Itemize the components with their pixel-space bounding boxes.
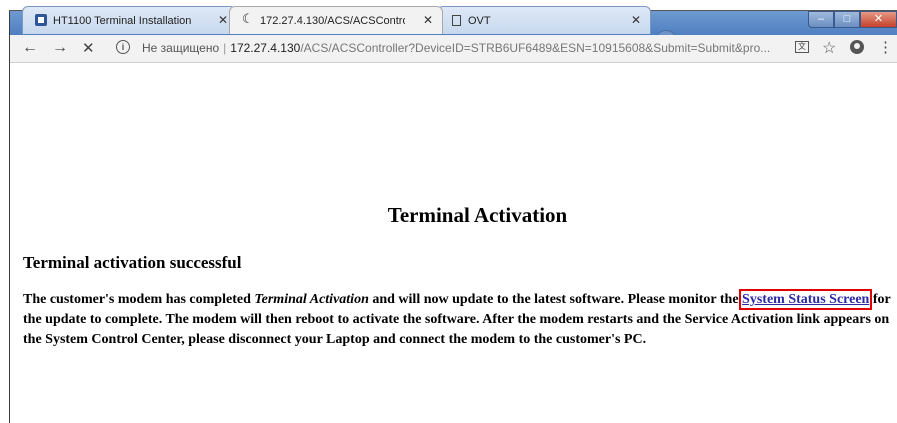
maximize-button[interactable]: □ <box>834 11 860 28</box>
para-emphasis: Terminal Activation <box>254 292 369 307</box>
page-content: Terminal Activation Terminal activation … <box>10 63 897 423</box>
para-text: and will now update to the latest softwa… <box>368 292 743 307</box>
translate-icon[interactable]: 文 <box>795 41 809 53</box>
bookmark-star-icon[interactable]: ☆ <box>822 38 836 58</box>
status-heading: Terminal activation successful <box>23 253 242 272</box>
ht-favicon-icon <box>35 14 47 26</box>
tab-title: 172.27.4.130/ACS/ACSController <box>260 15 405 27</box>
para-text: The customer's modem has completed <box>23 292 255 307</box>
close-window-button[interactable]: ✕ <box>860 11 897 28</box>
system-status-screen-link[interactable]: System Status Screen <box>739 289 873 310</box>
tab-close-icon[interactable]: ✕ <box>631 13 641 27</box>
tab-ovt[interactable]: OVT ✕ <box>437 6 651 34</box>
stop-loading-icon[interactable]: ✕ <box>82 39 95 57</box>
address-host: 172.27.4.130 <box>230 41 301 55</box>
tab-ht1100[interactable]: HT1100 Terminal Installation ✕ <box>22 6 236 34</box>
tab-title: HT1100 Terminal Installation <box>53 15 192 27</box>
address-path: /ACS/ACSController?DeviceID=STRB6UF6489&… <box>300 41 771 55</box>
browser-toolbar: ← → ✕ i Не защищено | 172.27.4.130/ACS/ACS… <box>10 35 897 63</box>
info-icon[interactable]: i <box>116 40 130 54</box>
address-bar[interactable]: Не защищено | 172.27.4.130/ACS/ACSControll… <box>142 39 802 58</box>
loading-spinner-icon: ☾ <box>242 11 254 26</box>
instructions-paragraph: The customer's modem has completed Termi… <box>23 289 897 350</box>
forward-arrow-icon[interactable]: → <box>52 39 68 57</box>
menu-icon[interactable]: ⋮ <box>878 38 893 56</box>
tab-acs-controller[interactable]: ☾ 172.27.4.130/ACS/ACSController ✕ <box>229 6 443 34</box>
page-title: Terminal Activation <box>387 203 568 227</box>
back-arrow-icon[interactable]: ← <box>22 39 38 57</box>
account-icon[interactable] <box>850 40 864 54</box>
tab-title: OVT <box>468 15 491 27</box>
tab-close-icon[interactable]: ✕ <box>423 13 433 27</box>
minimize-button[interactable]: – <box>808 11 834 28</box>
tab-close-icon[interactable]: ✕ <box>218 13 228 27</box>
page-icon <box>452 15 461 26</box>
security-label: Не защищено <box>142 41 220 55</box>
address-separator: | <box>223 41 227 55</box>
